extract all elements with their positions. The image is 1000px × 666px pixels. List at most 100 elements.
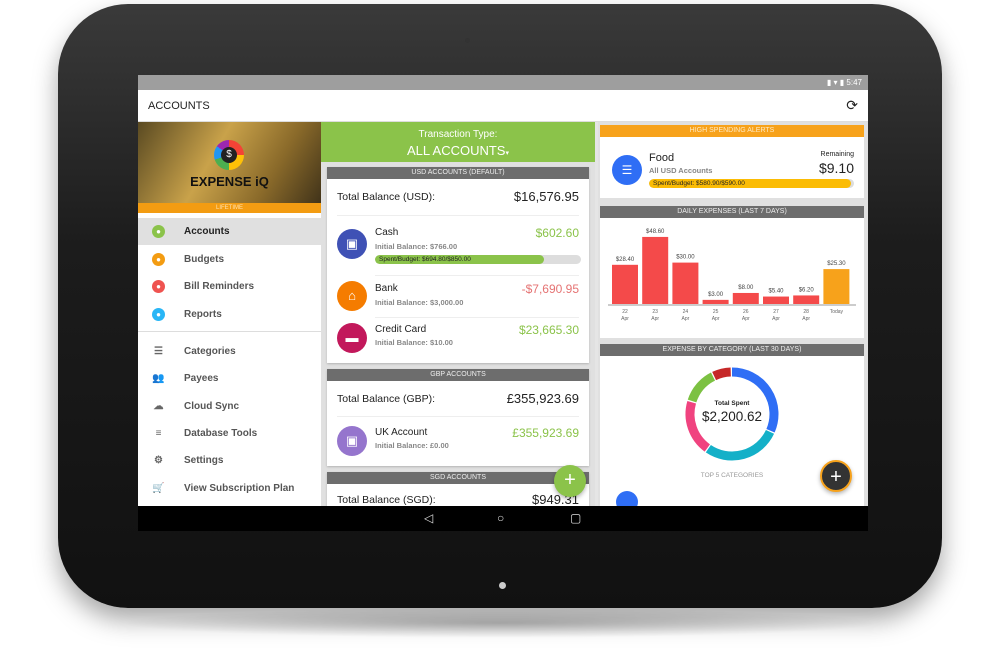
bar-value-label: $3.00 [708, 292, 724, 298]
high-spending-alerts-card: HIGH SPENDING ALERTS ☰ Food All USD Acco… [600, 125, 864, 198]
sidebar-item-accounts[interactable]: ● Accounts [138, 218, 321, 245]
sidebar-item-settings[interactable]: ⚙ Settings [138, 447, 321, 474]
dropdown-icon: ▾ [505, 150, 509, 157]
transaction-type-label: Transaction Type: [418, 129, 498, 140]
x-tick-label: 23 [652, 309, 658, 315]
dashboard-column: HIGH SPENDING ALERTS ☰ Food All USD Acco… [598, 122, 868, 513]
bank-icon: ● [152, 225, 165, 238]
wallet-icon: ▣ [337, 426, 367, 456]
bar-value-label: $28.40 [616, 257, 635, 263]
home-led [499, 582, 506, 589]
sync-icon[interactable]: ⟳ [846, 97, 858, 114]
device-shadow [120, 608, 880, 638]
sidebar-item-payees[interactable]: 👥 Payees [138, 365, 321, 392]
sidebar-item-database-tools[interactable]: ≡ Database Tools [138, 420, 321, 447]
account-name: Credit Card [375, 324, 427, 335]
bar-value-label: $6.20 [799, 287, 815, 293]
home-icon[interactable]: ○ [497, 511, 504, 525]
sidebar-item-categories[interactable]: ☰ Categories [138, 338, 321, 365]
plan-badge: LIFETIME [138, 203, 321, 213]
bar-value-label: $30.00 [676, 255, 695, 261]
divider [375, 317, 579, 318]
people-icon: 👥 [152, 373, 165, 385]
sidebar-item-reports[interactable]: ● Reports [138, 301, 321, 328]
card-header: DAILY EXPENSES (LAST 7 DAYS) [600, 206, 864, 218]
accounts-column: Transaction Type: ALL ACCOUNTS▾ USD ACCO… [321, 122, 595, 512]
database-icon: ≡ [155, 427, 162, 439]
gbp-accounts-card: GBP ACCOUNTS Total Balance (GBP): £355,9… [327, 369, 589, 466]
account-balance: $23,665.30 [518, 323, 579, 337]
app-logo: $ [214, 140, 244, 170]
initial-balance: Initial Balance: $3,000.00 [375, 298, 464, 307]
system-nav-bar: ◁ ○ ▢ [138, 506, 868, 531]
bar [763, 296, 789, 304]
x-tick-label: Apr [772, 316, 780, 322]
donut-segment [705, 429, 775, 461]
sidebar-item-budgets[interactable]: ● Budgets [138, 246, 321, 273]
account-row[interactable]: ⌂ Bank Initial Balance: $3,000.00 -$7,69… [327, 277, 589, 319]
daily-expenses-card: DAILY EXPENSES (LAST 7 DAYS) $28.40 22 Apr… [600, 206, 864, 338]
alarm-icon: ● [152, 280, 165, 293]
brand-name: EXPENSE iQ [190, 174, 269, 189]
bar-value-label: $48.60 [646, 229, 665, 235]
budget-progress-fill: Spent/Budget: $694.80/$850.00 [375, 255, 544, 264]
card-header: USD ACCOUNTS (DEFAULT) [327, 167, 589, 179]
alert-scope: All USD Accounts [649, 166, 713, 175]
x-tick-label: 24 [683, 309, 689, 315]
x-tick-label: Apr [712, 316, 720, 322]
transaction-type-selector[interactable]: Transaction Type: ALL ACCOUNTS▾ [321, 122, 595, 162]
sidebar-item-bill-reminders[interactable]: ● Bill Reminders [138, 273, 321, 300]
bank-icon: ⌂ [337, 281, 367, 311]
back-icon[interactable]: ◁ [424, 511, 433, 525]
account-row[interactable]: ▬ Credit Card Initial Balance: $10.00 $2… [327, 319, 589, 361]
bar [793, 295, 820, 304]
credit-card-icon: ▬ [337, 323, 367, 353]
sidebar-item-view-subscription-plan[interactable]: 🛒 View Subscription Plan [138, 475, 321, 502]
account-balance: $602.60 [535, 226, 579, 240]
bar [642, 236, 669, 304]
account-name: UK Account [375, 427, 428, 438]
sidebar-header: $ EXPENSE iQ LIFETIME [138, 122, 321, 213]
x-tick-label: 22 [622, 309, 628, 315]
x-tick-label: 28 [803, 309, 809, 315]
bar [672, 262, 699, 304]
account-name: Bank [375, 283, 398, 294]
account-row[interactable]: ▣ Cash Initial Balance: $766.00 $602.60 … [327, 223, 589, 275]
total-label: Total Balance (GBP): [337, 393, 436, 405]
cart-icon: 🛒 [152, 482, 165, 494]
alert-budget-progress: Spent/Budget: $580.90/$590.00 [649, 179, 854, 188]
account-balance: £355,923.69 [512, 426, 579, 440]
add-button[interactable]: + [820, 460, 852, 492]
food-icon: ☰ [612, 155, 642, 185]
initial-balance: Initial Balance: £0.00 [375, 441, 449, 450]
donut-segment [712, 367, 732, 381]
thumbs-up-icon: ● [152, 252, 165, 266]
x-tick-label: Apr [682, 316, 690, 322]
usd-accounts-card: USD ACCOUNTS (DEFAULT) Total Balance (US… [327, 167, 589, 363]
bar-value-label: $25.30 [827, 261, 846, 267]
sidebar: $ EXPENSE iQ LIFETIME ● Accounts ● Budgets ●… [138, 122, 321, 506]
camera [465, 38, 470, 43]
total-value: $16,576.95 [513, 189, 579, 204]
sidebar-item-cloud-sync[interactable]: ☁ Cloud Sync [138, 393, 321, 420]
account-row[interactable]: ▣ UK Account Initial Balance: £0.00 £355… [327, 421, 589, 463]
remaining-value: $9.10 [818, 160, 854, 176]
recents-icon[interactable]: ▢ [570, 511, 581, 525]
card-header: EXPENSE BY CATEGORY (LAST 30 DAYS) [600, 344, 864, 356]
donut-center-label: Total Spent [714, 400, 750, 407]
x-tick-label: Apr [621, 316, 629, 322]
x-tick-label: Apr [651, 316, 659, 322]
total-value: £355,923.69 [506, 391, 579, 406]
x-tick-label: 26 [743, 309, 749, 315]
clock: 5:47 [846, 78, 862, 87]
wallet-icon: ▣ [337, 229, 367, 259]
alert-category: Food [649, 152, 675, 164]
donut-center-value: $2,200.62 [701, 409, 763, 424]
divider [337, 416, 579, 417]
remaining-label: Remaining [820, 151, 854, 158]
budget-progress: Spent/Budget: $694.80/$850.00 [375, 255, 581, 264]
list-icon: ☰ [154, 346, 163, 357]
x-tick-label: Apr [742, 316, 750, 322]
cloud-icon: ☁ [153, 400, 164, 412]
add-transaction-button[interactable]: + [554, 465, 586, 497]
